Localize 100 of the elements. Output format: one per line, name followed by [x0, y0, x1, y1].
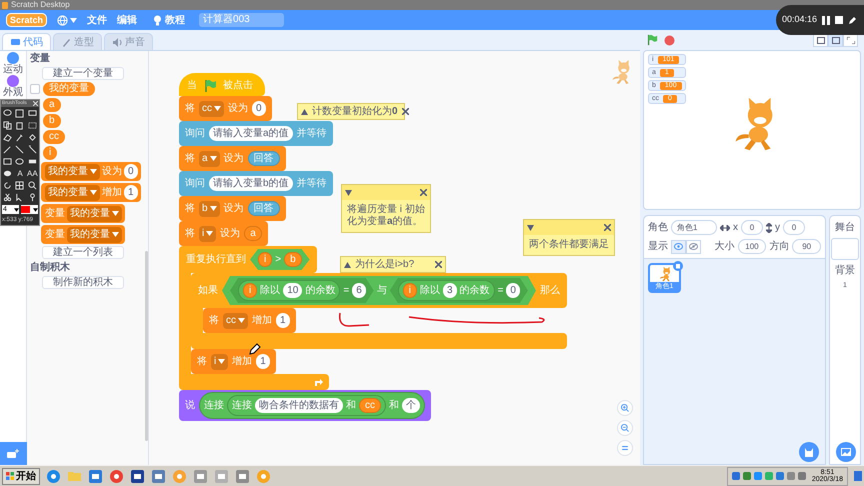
ellipse-icon[interactable]	[15, 157, 24, 166]
dropdown-field[interactable]: 我的变量	[45, 164, 100, 180]
close-icon[interactable]	[435, 261, 442, 268]
code-block[interactable]: 将 cc 增加 1	[203, 308, 296, 333]
block-input[interactable]: 1	[256, 354, 270, 369]
paste-icon[interactable]	[15, 121, 24, 130]
triangle-icon[interactable]	[344, 262, 351, 268]
input-field[interactable]: 角色1	[671, 220, 717, 235]
close-icon[interactable]	[402, 108, 409, 115]
pencil-icon[interactable]	[3, 145, 12, 154]
pen-icon[interactable]	[848, 16, 858, 24]
app-icon[interactable]	[88, 468, 103, 484]
pin-icon[interactable]	[28, 193, 37, 202]
if-block-header[interactable]: 如果 i 除以 10 的余数 = 6 与 i 除以 3 的余数 = 0 那么	[191, 273, 567, 308]
app-icon[interactable]	[109, 468, 124, 484]
checkbox[interactable]	[30, 84, 40, 94]
palette-button[interactable]: 建立一个列表	[42, 246, 124, 259]
palette-button[interactable]: 建立一个变量	[42, 67, 124, 80]
block-input[interactable]: 请输入变量b的值	[209, 176, 293, 191]
screen-icon[interactable]	[28, 109, 37, 118]
hide-button[interactable]	[686, 240, 701, 254]
backdrop-thumbnail[interactable]	[831, 238, 859, 260]
rectangle-select-icon[interactable]	[28, 121, 37, 130]
dropper-icon[interactable]	[15, 133, 24, 142]
comment-note[interactable]: 将遍历变量 i 初始化为变量a的值。	[341, 184, 431, 233]
dropdown-field[interactable]: 我的变量	[45, 184, 100, 200]
search-icon[interactable]	[28, 181, 37, 190]
input-field[interactable]: 0	[783, 220, 805, 235]
text-tool[interactable]: AA	[26, 170, 38, 178]
block-input[interactable]: 6	[352, 283, 366, 298]
code-block[interactable]: 说 连接 连接 吻合条件的数据有 和 cc 和 个	[179, 390, 431, 421]
color-dropdown[interactable]	[21, 205, 38, 214]
stop-icon[interactable]	[835, 16, 844, 24]
flag-icon[interactable]	[646, 34, 658, 46]
block-input[interactable]: 0	[506, 283, 520, 298]
show-button[interactable]	[671, 240, 686, 254]
block-input[interactable]: 1	[276, 313, 290, 328]
block-input[interactable]: 0	[124, 164, 138, 179]
dropdown-field[interactable]: 我的变量	[67, 226, 122, 242]
close-icon[interactable]	[604, 224, 611, 231]
app-icon[interactable]	[151, 468, 166, 484]
filled-ellipse-icon[interactable]	[3, 169, 12, 178]
comment-note[interactable]: 为什么是i>b?	[340, 256, 446, 273]
zoom-button[interactable]	[617, 440, 633, 456]
language-menu[interactable]	[57, 14, 78, 26]
block-input[interactable]: 吻合条件的数据有	[255, 398, 343, 413]
caret-icon	[238, 318, 245, 323]
code-block[interactable]: 我的变量 设为 0	[41, 162, 141, 181]
caret-icon	[214, 106, 221, 111]
code-block[interactable]: 我的变量 增加 1	[41, 183, 141, 202]
choose-sprite-button[interactable]	[799, 442, 819, 462]
scissors-icon[interactable]	[3, 193, 12, 202]
block-label: 询问	[185, 178, 205, 188]
block-label: 除以	[260, 286, 280, 296]
fill-icon[interactable]	[28, 133, 37, 142]
rotate-icon[interactable]	[3, 181, 12, 190]
input-field[interactable]: 0	[741, 220, 763, 235]
variable-reporter: cc	[359, 398, 381, 413]
wand-icon[interactable]	[28, 145, 37, 154]
category-item[interactable]: 外观	[3, 75, 23, 98]
input-field[interactable]: 90	[792, 239, 821, 254]
zoom-button[interactable]	[617, 400, 633, 416]
comment-note[interactable]: 两个条件都要满足	[523, 219, 615, 256]
input-field[interactable]: 100	[738, 239, 766, 254]
save-icon[interactable]	[15, 109, 24, 118]
text-tool[interactable]: A	[17, 170, 23, 178]
grid-icon[interactable]	[15, 181, 24, 190]
close-icon[interactable]	[420, 189, 427, 196]
line-icon[interactable]	[15, 145, 24, 154]
block-input[interactable]: 请输入变量a的值	[209, 126, 293, 141]
pause-icon[interactable]	[822, 16, 830, 24]
block-input[interactable]: 0	[252, 101, 266, 116]
filled-rectangle-icon[interactable]	[28, 157, 37, 166]
triangle-icon[interactable]	[301, 108, 308, 114]
trash-icon[interactable]	[673, 261, 683, 271]
block-input[interactable]: 1	[124, 185, 138, 200]
code-block[interactable]: 将 cc 设为 0	[179, 96, 272, 121]
choose-backdrop-button[interactable]	[836, 442, 856, 462]
rectangle-icon[interactable]	[3, 157, 12, 166]
code-block[interactable]: 变量 我的变量	[41, 204, 125, 223]
lasso-icon[interactable]	[3, 109, 12, 118]
zoom-button[interactable]	[617, 420, 633, 436]
dropdown-field[interactable]: 我的变量	[67, 206, 122, 222]
code-block[interactable]: 询问 请输入变量b的值 并等待	[179, 171, 333, 196]
block-input[interactable]: 10	[283, 283, 302, 298]
start-button[interactable]: 开始	[2, 468, 40, 484]
category-item[interactable]: 运动	[3, 52, 23, 75]
eraser-icon[interactable]	[3, 133, 12, 142]
scrollbar[interactable]	[145, 251, 148, 441]
triangle-icon[interactable]	[527, 224, 534, 230]
triangle-icon[interactable]	[345, 190, 352, 196]
code-block[interactable]: 询问 请输入变量a的值 并等待	[179, 121, 333, 146]
block-input[interactable]: 3	[443, 283, 457, 298]
add-extension-button[interactable]	[0, 442, 26, 465]
copy-icon[interactable]	[3, 121, 12, 130]
block-input[interactable]: 个	[402, 398, 420, 413]
code-block[interactable]: 变量 我的变量	[41, 225, 125, 244]
code-block[interactable]: 将 i 增加 1	[191, 349, 276, 374]
app-icon[interactable]	[130, 468, 145, 484]
palette-button[interactable]: 制作新的积木	[42, 276, 124, 289]
